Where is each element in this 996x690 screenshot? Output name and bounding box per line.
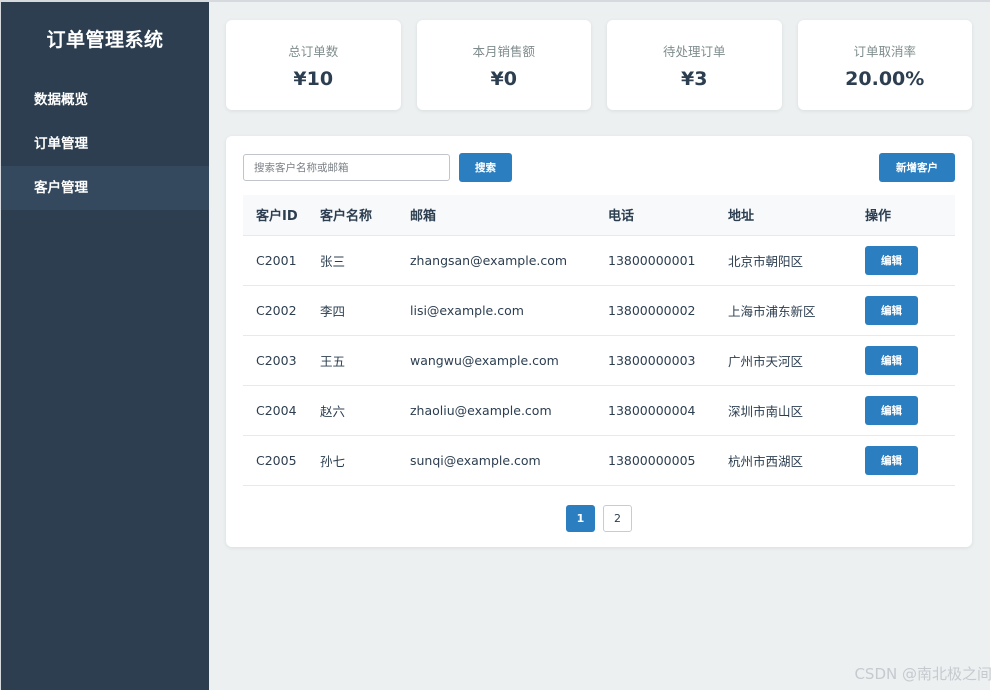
cell-phone: 13800000003	[607, 335, 727, 386]
table-row: C2001 张三 zhangsan@example.com 1380000000…	[243, 235, 955, 286]
stats-cards: 总订单数 ¥10 本月销售额 ¥0 待处理订单 ¥3 订单取消率 20.00%	[226, 20, 972, 110]
table-row: C2005 孙七 sunqi@example.com 13800000005 杭…	[243, 435, 955, 486]
cell-email: lisi@example.com	[409, 285, 607, 336]
edit-button[interactable]: 编辑	[865, 395, 918, 425]
cell-id: C2005	[243, 435, 319, 486]
table-header-row: 客户ID 客户名称 邮箱 电话 地址 操作	[243, 195, 955, 236]
search-input[interactable]	[243, 154, 450, 181]
edit-button[interactable]: 编辑	[865, 345, 918, 375]
customer-table: 客户ID 客户名称 邮箱 电话 地址 操作 C2001 张三 zhangsan@…	[243, 195, 955, 486]
cell-email: zhaoliu@example.com	[409, 385, 607, 436]
sidebar: 订单管理系统 数据概览 订单管理 客户管理	[1, 2, 209, 690]
cell-email: sunqi@example.com	[409, 435, 607, 486]
sidebar-item-orders[interactable]: 订单管理	[1, 122, 209, 166]
column-header-actions: 操作	[864, 195, 955, 236]
cell-id: C2002	[243, 285, 319, 336]
stat-value: ¥0	[490, 67, 517, 90]
watermark: CSDN @南北极之间	[854, 665, 992, 683]
cell-actions: 编辑	[864, 335, 955, 386]
search-button[interactable]: 搜索	[459, 153, 512, 182]
stat-value: ¥3	[681, 67, 708, 90]
stat-label: 待处理订单	[662, 43, 726, 59]
cell-actions: 编辑	[864, 435, 955, 486]
column-header-name: 客户名称	[319, 195, 409, 236]
cell-phone: 13800000005	[607, 435, 727, 486]
cell-id: C2001	[243, 235, 319, 286]
stat-card-monthly-sales: 本月销售额 ¥0	[416, 20, 591, 110]
stat-value: ¥10	[293, 67, 334, 90]
cell-phone: 13800000004	[607, 385, 727, 436]
cell-phone: 13800000002	[607, 285, 727, 336]
table-row: C2002 李四 lisi@example.com 13800000002 上海…	[243, 285, 955, 336]
cell-email: zhangsan@example.com	[409, 235, 607, 286]
cell-actions: 编辑	[864, 285, 955, 336]
cell-email: wangwu@example.com	[409, 335, 607, 386]
cell-name: 张三	[319, 235, 409, 286]
stat-label: 总订单数	[288, 43, 339, 59]
stat-value: 20.00%	[845, 67, 925, 90]
cell-address: 上海市浦东新区	[727, 285, 864, 336]
customer-panel: 搜索 新增客户 客户ID 客户名称 邮箱 电话 地址 操作	[226, 136, 972, 547]
stat-label: 本月销售额	[472, 43, 535, 59]
cell-address: 广州市天河区	[727, 335, 864, 386]
cell-phone: 13800000001	[607, 235, 727, 286]
stat-label: 订单取消率	[853, 43, 916, 59]
app-window: 订单管理系统 数据概览 订单管理 客户管理 总订单数 ¥10 本月销售额 ¥0 …	[0, 0, 990, 690]
edit-button[interactable]: 编辑	[865, 295, 918, 325]
stat-card-cancel-rate: 订单取消率 20.00%	[797, 20, 972, 110]
app-title: 订单管理系统	[46, 29, 164, 51]
table-row: C2004 赵六 zhaoliu@example.com 13800000004…	[243, 385, 955, 436]
pagination: 1 2	[566, 505, 632, 532]
column-header-phone: 电话	[607, 195, 727, 236]
cell-name: 赵六	[319, 385, 409, 436]
cell-name: 李四	[319, 285, 409, 336]
cell-address: 杭州市西湖区	[727, 435, 864, 486]
cell-id: C2004	[243, 385, 319, 436]
edit-button[interactable]: 编辑	[865, 445, 918, 475]
cell-actions: 编辑	[864, 235, 955, 286]
cell-id: C2003	[243, 335, 319, 386]
page-button-2[interactable]: 2	[603, 505, 632, 532]
sidebar-nav: 数据概览 订单管理 客户管理	[1, 78, 209, 210]
edit-button[interactable]: 编辑	[865, 245, 918, 275]
column-header-address: 地址	[727, 195, 864, 236]
cell-name: 孙七	[319, 435, 409, 486]
page-button-1[interactable]: 1	[566, 505, 595, 532]
column-header-id: 客户ID	[243, 195, 319, 236]
cell-address: 北京市朝阳区	[727, 235, 864, 286]
table-row: C2003 王五 wangwu@example.com 13800000003 …	[243, 335, 955, 386]
add-customer-button[interactable]: 新增客户	[879, 153, 955, 182]
stat-card-total-orders: 总订单数 ¥10	[226, 20, 401, 110]
main-content: 总订单数 ¥10 本月销售额 ¥0 待处理订单 ¥3 订单取消率 20.00% …	[209, 2, 990, 690]
cell-actions: 编辑	[864, 385, 955, 436]
column-header-email: 邮箱	[409, 195, 607, 236]
sidebar-item-customers[interactable]: 客户管理	[1, 166, 209, 210]
sidebar-item-overview[interactable]: 数据概览	[1, 78, 209, 122]
cell-name: 王五	[319, 335, 409, 386]
cell-address: 深圳市南山区	[727, 385, 864, 436]
stat-card-pending-orders: 待处理订单 ¥3	[607, 20, 782, 110]
